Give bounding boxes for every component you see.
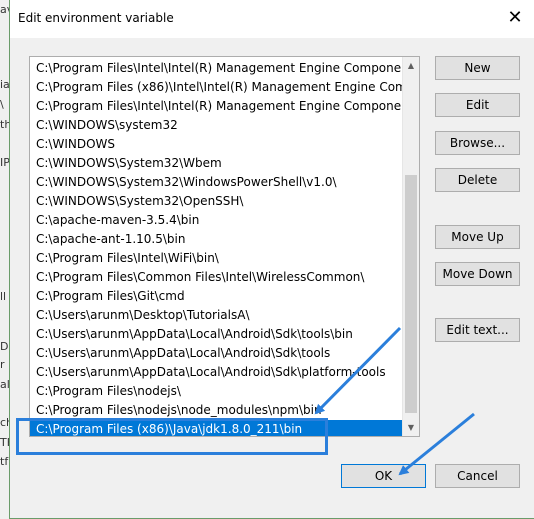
arrow-to-ok-button-icon [398,412,475,476]
annotation-arrows [314,326,475,476]
arrow-to-selected-path-icon [314,326,402,415]
